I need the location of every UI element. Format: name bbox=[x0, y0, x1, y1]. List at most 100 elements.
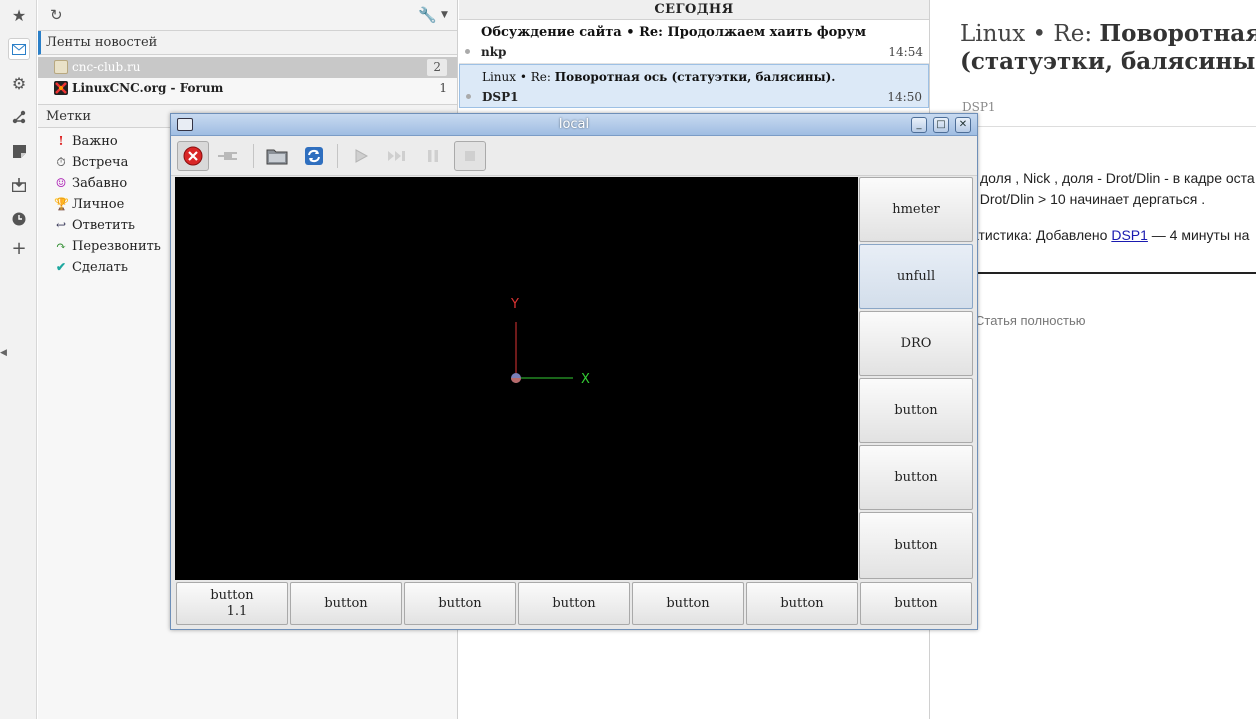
clock-icon: ⏱ bbox=[56, 155, 66, 169]
headline-subject: Продолжаем хаить форум bbox=[667, 25, 866, 40]
label-name: Сделать bbox=[72, 260, 128, 275]
headline-time: 14:50 bbox=[887, 90, 922, 104]
chevron-down-icon[interactable]: ▼ bbox=[441, 10, 448, 20]
play-icon bbox=[355, 149, 369, 163]
clock-icon[interactable] bbox=[8, 208, 30, 230]
stop-icon bbox=[465, 151, 475, 161]
bottom-button[interactable]: button bbox=[860, 582, 972, 625]
side-button[interactable]: button bbox=[859, 378, 973, 443]
collapse-arrow-icon[interactable]: ◀ bbox=[0, 348, 7, 360]
stop-button[interactable] bbox=[454, 141, 486, 171]
x-axis-label: X bbox=[581, 372, 590, 387]
label-name: Личное bbox=[72, 197, 125, 212]
headline-title: Linux • Re: Поворотная ось (статуэтки, б… bbox=[482, 70, 835, 84]
step-button[interactable] bbox=[381, 141, 413, 171]
hmeter-button[interactable]: hmeter bbox=[859, 177, 973, 242]
estop-icon bbox=[183, 146, 203, 166]
pause-button[interactable] bbox=[417, 141, 449, 171]
article-stats-prefix: атистика: Добавлено bbox=[971, 227, 1112, 243]
window-titlebar[interactable]: local _ □ ✕ bbox=[171, 114, 977, 136]
feed-favicon-icon bbox=[54, 81, 68, 95]
gear-icon[interactable]: ⚙ bbox=[8, 72, 30, 94]
reply-icon: ↩ bbox=[55, 218, 67, 232]
article-text-line: доля , Nick , доля - Drot/Dlin - в кадре… bbox=[980, 170, 1255, 186]
bottom-button[interactable]: button bbox=[746, 582, 858, 625]
read-status-dot[interactable] bbox=[466, 94, 471, 99]
open-file-button[interactable] bbox=[261, 141, 293, 171]
bottom-button[interactable]: button 1.1 bbox=[176, 582, 288, 625]
folder-icon bbox=[266, 149, 288, 165]
headline-time: 14:54 bbox=[888, 45, 923, 59]
feed-item[interactable]: cnc-club.ru 2 bbox=[38, 57, 457, 78]
window-toolbar bbox=[171, 136, 977, 176]
headline-item[interactable]: Обсуждение сайта • Re: Продолжаем хаить … bbox=[459, 20, 929, 64]
label-name: Встреча bbox=[72, 155, 129, 170]
feeds-toolbar: ↻ 🔧 ▼ bbox=[38, 0, 457, 31]
article-header-divider bbox=[931, 126, 1256, 127]
bottom-button[interactable]: button bbox=[632, 582, 744, 625]
article-title-line2: (статуэтки, балясины bbox=[960, 48, 1256, 75]
toolbar-separator bbox=[337, 144, 338, 168]
note-icon[interactable] bbox=[8, 140, 30, 162]
feed-name: cnc-club.ru bbox=[72, 60, 141, 74]
exclamation-icon: ! bbox=[58, 134, 64, 148]
headline-subject: Поворотная ось (статуэтки, балясины). bbox=[554, 70, 836, 84]
article-title[interactable]: Linux • Re: Поворотная (статуэтки, баляс… bbox=[960, 20, 1256, 76]
bottom-button-label: button bbox=[210, 587, 254, 603]
check-icon: ✔ bbox=[55, 260, 67, 274]
article-text-line: и Drot/Dlin > 10 начинает дергаться . bbox=[968, 191, 1206, 207]
maximize-button[interactable]: □ bbox=[933, 117, 949, 133]
bottom-button[interactable]: button bbox=[518, 582, 630, 625]
power-button[interactable] bbox=[212, 141, 244, 171]
headline-title: Обсуждение сайта • Re: Продолжаем хаить … bbox=[481, 25, 866, 40]
power-plug-icon bbox=[218, 152, 237, 160]
dro-button[interactable]: DRO bbox=[859, 311, 973, 376]
article-stats: атистика: Добавлено DSP1 — 4 минуты на bbox=[971, 227, 1249, 243]
read-status-dot[interactable] bbox=[465, 49, 470, 54]
article-pane: Linux • Re: Поворотная (статуэтки, баляс… bbox=[931, 0, 1256, 719]
article-title-main: Поворотная bbox=[1099, 20, 1256, 47]
article-author-link[interactable]: DSP1 bbox=[1111, 227, 1148, 243]
phone-icon: ↷ bbox=[55, 239, 67, 253]
bottom-button[interactable]: button bbox=[290, 582, 402, 625]
feed-unread-count: 1 bbox=[439, 81, 447, 95]
headline-feed-prefix: Обсуждение сайта • Re: bbox=[481, 25, 663, 40]
share-icon[interactable] bbox=[8, 106, 30, 128]
bottom-button-value: 1.1 bbox=[226, 603, 248, 619]
pause-icon bbox=[428, 150, 438, 162]
headline-author: DSP1 bbox=[482, 90, 519, 104]
bottom-button[interactable]: button bbox=[404, 582, 516, 625]
app-icon-rail: ★ ⚙ + ◀ bbox=[0, 0, 37, 719]
local-window: local _ □ ✕ Y X hmeter unfull DRO button… bbox=[170, 113, 978, 630]
preview-canvas[interactable]: Y X bbox=[175, 177, 858, 580]
label-name: Важно bbox=[72, 134, 118, 149]
unfull-button[interactable]: unfull bbox=[859, 244, 973, 309]
smiley-icon: ☺ bbox=[55, 176, 67, 190]
add-icon[interactable]: + bbox=[8, 237, 30, 259]
refresh-icon[interactable]: ↻ bbox=[50, 6, 63, 24]
run-button[interactable] bbox=[345, 141, 377, 171]
article-stats-suffix: — 4 минуты на bbox=[1147, 227, 1250, 243]
download-icon[interactable] bbox=[8, 174, 30, 196]
feeds-section-header[interactable]: Ленты новостей bbox=[38, 31, 457, 55]
window-title: local bbox=[558, 117, 590, 132]
feed-item[interactable]: LinuxCNC.org - Forum 1 bbox=[38, 78, 457, 99]
wrench-icon[interactable]: 🔧 bbox=[418, 6, 437, 24]
mail-icon[interactable] bbox=[8, 38, 30, 60]
side-button[interactable]: button bbox=[859, 512, 973, 579]
trophy-icon: 🏆 bbox=[54, 197, 69, 211]
read-full-article-link[interactable]: Статья полностью bbox=[975, 313, 1085, 328]
minimize-button[interactable]: _ bbox=[911, 117, 927, 133]
axis-origin-graphic: Y X bbox=[510, 297, 590, 387]
label-name: Ответить bbox=[72, 218, 135, 233]
feed-favicon-icon bbox=[54, 60, 68, 74]
estop-button[interactable] bbox=[177, 141, 209, 171]
close-window-button[interactable]: ✕ bbox=[955, 117, 971, 133]
reload-button[interactable] bbox=[298, 141, 330, 171]
side-button[interactable]: button bbox=[859, 445, 973, 510]
bottom-button-label: button bbox=[894, 595, 938, 611]
headline-item-selected[interactable]: Linux • Re: Поворотная ось (статуэтки, б… bbox=[459, 64, 929, 108]
headline-author: nkp bbox=[481, 45, 507, 59]
star-icon[interactable]: ★ bbox=[8, 4, 30, 26]
y-axis-label: Y bbox=[510, 297, 519, 312]
